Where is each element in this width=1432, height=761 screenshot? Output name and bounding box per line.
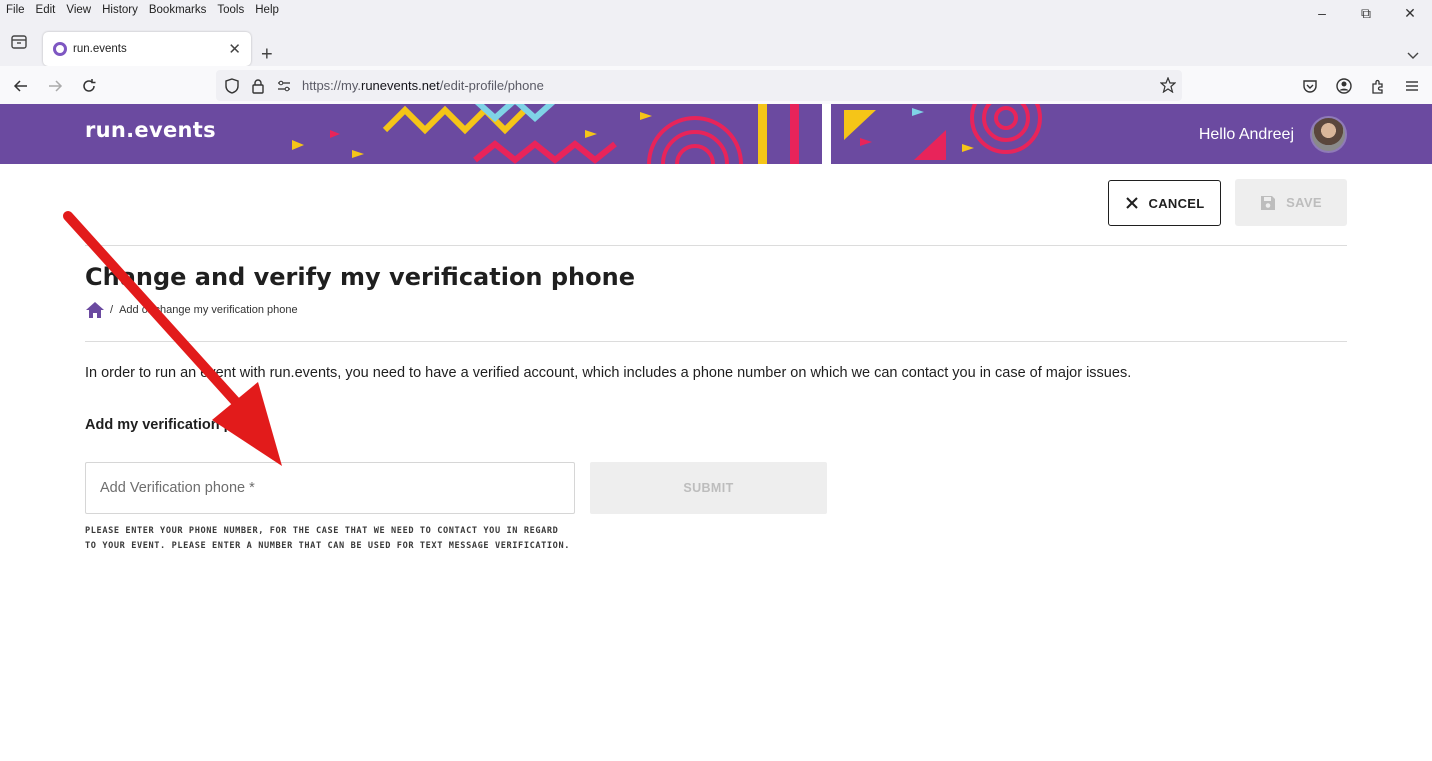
menu-tools[interactable]: Tools	[217, 4, 244, 16]
site-logo[interactable]: run.events	[85, 118, 216, 142]
pocket-icon[interactable]	[1300, 76, 1320, 96]
url-domain: runevents.net	[361, 78, 440, 93]
tab-title: run.events	[73, 43, 127, 55]
shield-icon[interactable]	[224, 77, 240, 94]
menu-view[interactable]: View	[66, 4, 91, 16]
save-disk-icon	[1261, 195, 1276, 210]
close-icon	[1125, 197, 1138, 209]
save-label: SAVE	[1286, 195, 1322, 210]
divider	[85, 341, 1347, 342]
lock-icon[interactable]	[250, 78, 266, 94]
reload-icon[interactable]	[80, 77, 98, 95]
url-text[interactable]: https://my.runevents.net/edit-profile/ph…	[302, 78, 544, 93]
menu-bar: File Edit View History Bookmarks Tools H…	[0, 0, 1432, 21]
menu-edit[interactable]: Edit	[36, 4, 56, 16]
extensions-icon[interactable]	[1368, 76, 1388, 96]
phone-input[interactable]	[85, 462, 575, 514]
user-greeting[interactable]: Hello Andreej	[1199, 126, 1294, 144]
section-heading: Add my verification phone	[85, 417, 268, 433]
chevron-down-icon[interactable]	[1406, 48, 1420, 62]
breadcrumb: / Add or change my verification phone	[86, 302, 298, 318]
new-tab-icon[interactable]: +	[261, 44, 273, 67]
breadcrumb-current: Add or change my verification phone	[119, 304, 298, 316]
url-path: /edit-profile/phone	[439, 78, 544, 93]
tab-bar: run.events ✕ +	[0, 20, 1432, 66]
nav-toolbar-right	[1300, 76, 1422, 96]
menu-bookmarks[interactable]: Bookmarks	[149, 4, 207, 16]
save-button[interactable]: SAVE	[1235, 179, 1347, 226]
nav-bar: https://my.runevents.net/edit-profile/ph…	[0, 66, 1432, 105]
account-icon[interactable]	[1334, 76, 1354, 96]
favicon-icon	[53, 42, 67, 56]
cancel-button[interactable]: CANCEL	[1108, 180, 1221, 226]
permissions-icon[interactable]	[276, 78, 292, 94]
site-header: run.events Hello Andreej	[0, 104, 1432, 164]
submit-button[interactable]: SUBMIT	[590, 462, 827, 514]
menu-help[interactable]: Help	[255, 4, 279, 16]
menu-hamburger-icon[interactable]	[1402, 76, 1422, 96]
menu-history[interactable]: History	[102, 4, 138, 16]
tab-list-icon[interactable]	[10, 33, 28, 51]
bookmark-star-icon[interactable]	[1160, 77, 1176, 93]
forward-icon[interactable]	[46, 77, 64, 95]
menu-file[interactable]: File	[6, 4, 25, 16]
page-title: Change and verify my verification phone	[85, 263, 635, 291]
phone-helper-text: PLEASE ENTER YOUR PHONE NUMBER, FOR THE …	[85, 526, 571, 551]
url-prefix: https://my.	[302, 78, 361, 93]
close-tab-icon[interactable]: ✕	[228, 40, 241, 58]
divider	[85, 245, 1347, 246]
home-icon[interactable]	[86, 302, 104, 318]
url-bar[interactable]: https://my.runevents.net/edit-profile/ph…	[216, 70, 1182, 101]
avatar[interactable]	[1310, 116, 1347, 153]
header-divider	[822, 104, 831, 164]
back-icon[interactable]	[12, 77, 30, 95]
breadcrumb-separator: /	[110, 304, 114, 316]
intro-text: In order to run an event with run.events…	[85, 365, 1132, 381]
cancel-label: CANCEL	[1148, 195, 1205, 211]
tab-run-events[interactable]: run.events ✕	[43, 32, 251, 66]
